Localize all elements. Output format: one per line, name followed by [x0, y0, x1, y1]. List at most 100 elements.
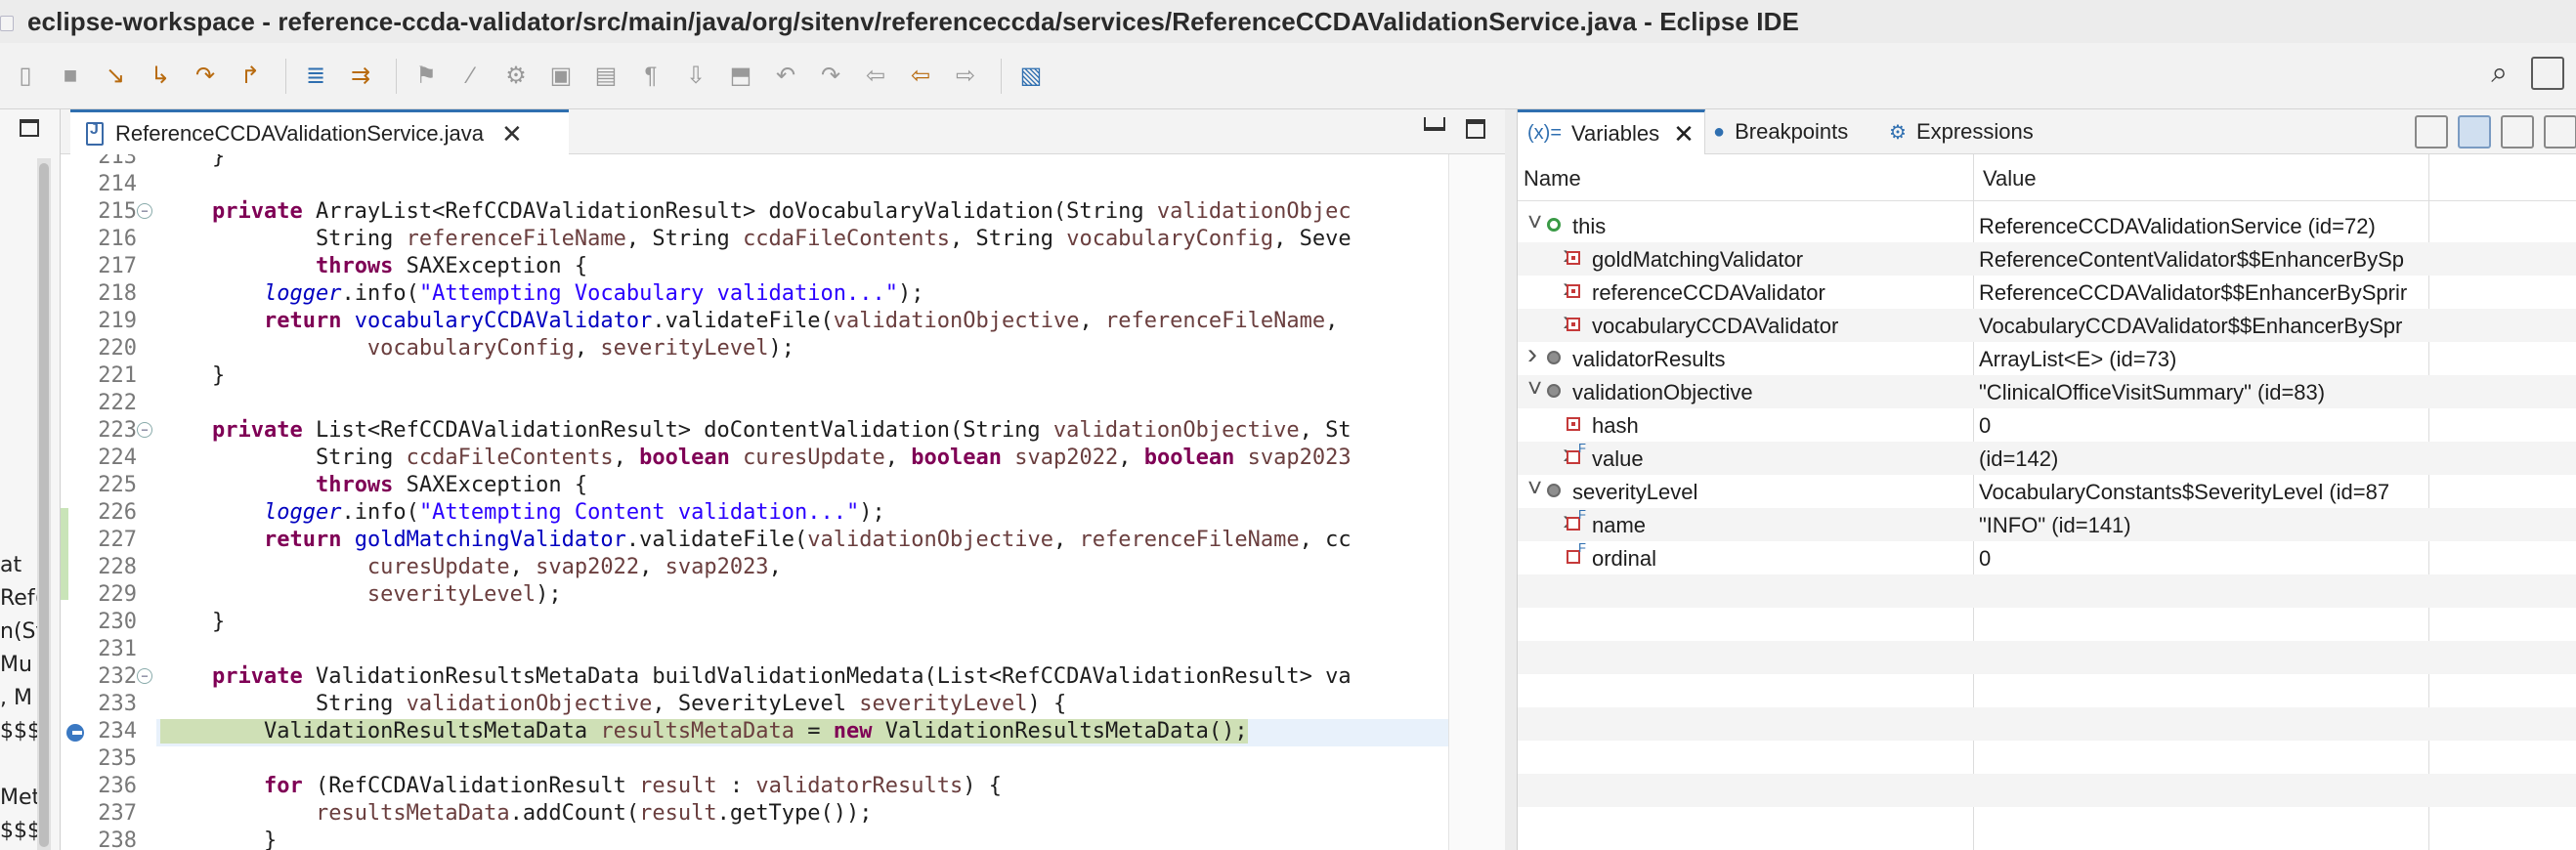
- main-toolbar: ▯ ■ ↘ ↳ ↷ ↱ ≣ ⇉ ⚑ ∕ ⚙ ▣ ▤ ¶ ⇩ ⬒ ↶ ↷ ⇦ ⇦ …: [0, 43, 2576, 109]
- code-line[interactable]: 236 for (RefCCDAValidationResult result …: [61, 774, 1505, 801]
- terminate-icon[interactable]: ■: [51, 57, 90, 96]
- code-line[interactable]: 225 throws SAXException {: [61, 473, 1505, 500]
- overview-ruler[interactable]: [1448, 154, 1505, 850]
- variables-tree[interactable]: Name Value ˅ this ReferenceCCDAValidationS…: [1518, 154, 2576, 850]
- variable-row[interactable]: hash 0: [1518, 408, 2576, 442]
- code-line[interactable]: 231: [61, 637, 1505, 664]
- code-area[interactable]: 213 } 214 215− private ArrayList<RefCCDAVa…: [61, 154, 1505, 850]
- variable-row[interactable]: › validatorResults ArrayList<E> (id=73): [1518, 338, 2576, 375]
- show-type-names-icon[interactable]: [2415, 115, 2448, 149]
- use-step-filters-icon[interactable]: ⇉: [341, 57, 380, 96]
- debug-icon[interactable]: ∕: [451, 57, 491, 96]
- close-icon[interactable]: ✕: [1673, 121, 1695, 147]
- code-line[interactable]: 217 throws SAXException {: [61, 254, 1505, 281]
- code-line[interactable]: 228 curesUpdate, svap2022, svap2023,: [61, 555, 1505, 582]
- variable-row[interactable]: ›goldMatchingValidatorReferenceContentVa…: [1518, 238, 2576, 276]
- fold-toggle-icon[interactable]: −: [137, 203, 152, 219]
- left-pane-scroll-thumb[interactable]: [39, 163, 49, 847]
- code-line[interactable]: 230 }: [61, 610, 1505, 637]
- external-tools-icon[interactable]: ▤: [586, 57, 625, 96]
- line-number: 237: [98, 801, 137, 826]
- show-logical-structure-icon[interactable]: [2458, 115, 2491, 149]
- variable-row[interactable]: ˅ this ReferenceCCDAValidationService (id=…: [1518, 207, 2576, 242]
- code-line[interactable]: 227 return goldMatchingValidator.validat…: [61, 528, 1505, 555]
- new-java-project-icon[interactable]: ¶: [631, 57, 670, 96]
- code-line[interactable]: 221 }: [61, 363, 1505, 391]
- variable-value: ReferenceContentValidator$$EnhancerBySp: [1979, 247, 2404, 272]
- code-text: }: [160, 154, 226, 169]
- search-icon[interactable]: ⌕: [2491, 57, 2508, 90]
- code-line[interactable]: 238 }: [61, 829, 1505, 850]
- code-line[interactable]: 235: [61, 746, 1505, 774]
- profile-icon[interactable]: ▣: [541, 57, 580, 96]
- code-line[interactable]: 226 logger.info("Attempting Content vali…: [61, 500, 1505, 528]
- skip-all-breakpoints-icon[interactable]: ▯: [6, 57, 45, 96]
- editor-tab[interactable]: ReferenceCCDAValidationService.java ✕: [70, 109, 569, 154]
- variable-row[interactable]: ˅ validationObjective "ClinicalOfficeVisit…: [1518, 373, 2576, 408]
- chevron-down-icon[interactable]: ˅: [1527, 473, 1542, 503]
- empty-row: [1518, 641, 2576, 674]
- code-line[interactable]: 233 String validationObjective, Severity…: [61, 692, 1505, 719]
- code-line[interactable]: 229 severityLevel);: [61, 582, 1505, 610]
- variable-row[interactable]: ›name"INFO" (id=141): [1518, 504, 2576, 541]
- new-class-icon[interactable]: ⬒: [721, 57, 760, 96]
- local-variable-icon: [1547, 484, 1561, 497]
- step-over-icon[interactable]: ↷: [186, 57, 225, 96]
- tab-breakpoints[interactable]: ● Breakpoints: [1713, 109, 1848, 154]
- code-line[interactable]: 224 String ccdaFileContents, boolean cur…: [61, 446, 1505, 473]
- code-line[interactable]: 213 }: [61, 154, 1505, 172]
- chevron-down-icon[interactable]: ˅: [1527, 207, 1542, 237]
- step-into-icon[interactable]: ↳: [141, 57, 180, 96]
- next-annotation-icon[interactable]: ⇦: [856, 57, 895, 96]
- new-package-icon[interactable]: ⇩: [676, 57, 715, 96]
- variable-row[interactable]: ordinal 0: [1518, 540, 2576, 574]
- fold-toggle-icon[interactable]: −: [137, 422, 152, 438]
- empty-row: [1518, 707, 2576, 741]
- code-line[interactable]: 220 vocabularyConfig, severityLevel);: [61, 336, 1505, 363]
- open-perspective-icon[interactable]: ▧: [1011, 57, 1051, 96]
- drop-to-frame-icon[interactable]: ≣: [296, 57, 335, 96]
- chevron-right-icon[interactable]: ›: [1527, 338, 1537, 371]
- chevron-down-icon[interactable]: ˅: [1527, 373, 1542, 404]
- tab-expressions-label: Expressions: [1915, 119, 2034, 144]
- name-column-header[interactable]: Name: [1524, 166, 1581, 191]
- code-line[interactable]: 218 logger.info("Attempting Vocabulary v…: [61, 281, 1505, 309]
- close-icon[interactable]: ✕: [501, 121, 523, 147]
- code-line[interactable]: 232− private ValidationResultsMetaData b…: [61, 664, 1505, 692]
- variable-row[interactable]: ˅ severityLevel VocabularyConstants$Severi…: [1518, 473, 2576, 508]
- maximize-icon[interactable]: [1466, 119, 1485, 139]
- perspective-icon[interactable]: [2531, 57, 2564, 90]
- forward-icon[interactable]: ⇨: [946, 57, 985, 96]
- search-icon-toolbar[interactable]: ↷: [811, 57, 850, 96]
- variable-row[interactable]: ›referenceCCDAValidatorReferenceCCDAVali…: [1518, 272, 2576, 309]
- restore-icon[interactable]: [20, 119, 39, 137]
- left-pane-fragment: , M: [0, 686, 32, 710]
- code-line[interactable]: 223− private List<RefCCDAValidationResul…: [61, 418, 1505, 446]
- code-line[interactable]: 216 String referenceFileName, String ccd…: [61, 227, 1505, 254]
- code-line[interactable]: 237 resultsMetaData.addCount(result.getT…: [61, 801, 1505, 829]
- tab-variables[interactable]: (x)= Variables ✕: [1518, 109, 1705, 154]
- open-type-icon[interactable]: ↶: [766, 57, 805, 96]
- step-return-icon[interactable]: ↱: [231, 57, 270, 96]
- disconnect-icon[interactable]: ↘: [96, 57, 135, 96]
- code-line[interactable]: 234 ValidationResultsMetaData resultsMet…: [61, 719, 1505, 746]
- code-line[interactable]: 214: [61, 172, 1505, 199]
- variable-row[interactable]: ›vocabularyCCDAValidatorVocabularyCCDAVa…: [1518, 305, 2576, 342]
- view-menu-icon[interactable]: [2544, 115, 2576, 149]
- final-field-icon: [1567, 540, 1586, 564]
- variable-value: "INFO" (id=141): [1979, 513, 2131, 537]
- tab-expressions[interactable]: ⚙ Expressions: [1889, 109, 2034, 154]
- code-line[interactable]: 222: [61, 391, 1505, 418]
- private-field-icon: [1567, 417, 1580, 431]
- minimize-icon[interactable]: [1424, 117, 1445, 131]
- run-icon[interactable]: ⚑: [407, 57, 446, 96]
- value-column-header[interactable]: Value: [1983, 166, 2037, 191]
- variable-row[interactable]: ›value(id=142): [1518, 438, 2576, 475]
- code-line[interactable]: 215− private ArrayList<RefCCDAValidation…: [61, 199, 1505, 227]
- coverage-icon[interactable]: ⚙: [496, 57, 536, 96]
- collapse-all-icon[interactable]: [2501, 115, 2534, 149]
- code-line[interactable]: 219 return vocabularyCCDAValidator.valid…: [61, 309, 1505, 336]
- breakpoint-icon[interactable]: [66, 724, 84, 742]
- fold-toggle-icon[interactable]: −: [137, 668, 152, 684]
- back-icon[interactable]: ⇦: [901, 57, 940, 96]
